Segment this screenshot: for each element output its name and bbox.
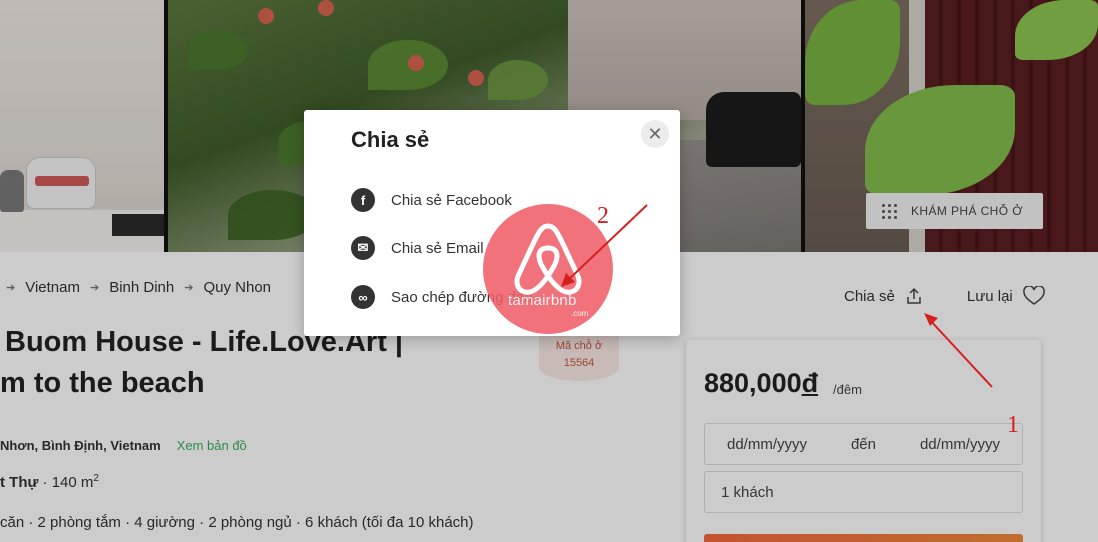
watermark-subtext: .com (571, 309, 589, 318)
modal-title: Chia sẻ (351, 127, 430, 152)
facebook-icon: f (351, 188, 375, 212)
annotation-step-2: 2 (597, 203, 609, 229)
watermark-text: tamairbnb (508, 292, 577, 309)
annotation-step-1: 1 (1007, 412, 1019, 438)
option-label: Chia sẻ Email (391, 239, 484, 257)
email-icon: ✉ (351, 236, 375, 260)
close-icon[interactable]: ✕ (641, 120, 669, 148)
link-icon: ∞ (351, 285, 375, 309)
watermark-logo (483, 204, 613, 334)
share-email-option[interactable]: ✉ Chia sẻ Email (351, 236, 484, 260)
airbnb-logo-icon (514, 223, 582, 295)
